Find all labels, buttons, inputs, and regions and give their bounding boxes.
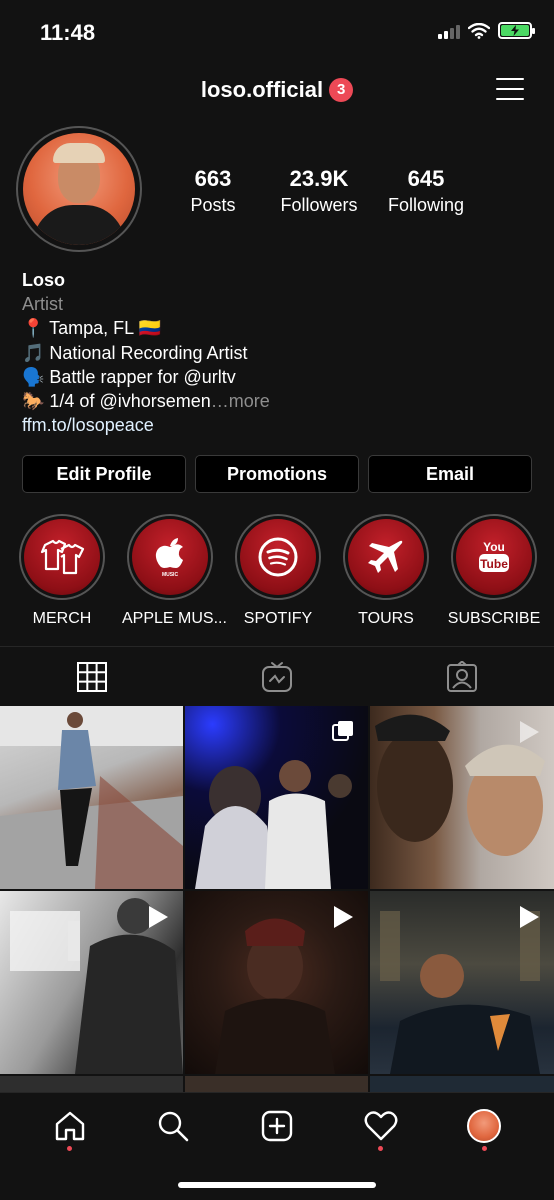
status-time: 11:48 — [40, 20, 96, 45]
highlight-label: SPOTIFY — [243, 610, 313, 627]
highlight-label: APPLE MUS... — [122, 610, 227, 627]
bio-line: 📍 Tampa, FL 🇨🇴 — [22, 318, 161, 339]
profile-stats: 663 Posts 23.9K Followers 645 Following — [160, 166, 540, 216]
post-thumbnail[interactable] — [370, 891, 554, 1074]
profile-avatar-icon — [467, 1109, 502, 1143]
notification-dot — [67, 1146, 73, 1151]
bottom-navigation — [0, 1092, 554, 1200]
highlight-tours[interactable]: TOURS — [338, 514, 434, 628]
stat-followers[interactable]: 23.9K Followers — [266, 166, 372, 216]
igtv-icon — [262, 661, 292, 692]
profile-tabs — [0, 646, 554, 706]
post-thumbnail[interactable] — [185, 891, 368, 1074]
search-icon — [159, 1111, 189, 1142]
wifi-icon — [468, 22, 490, 39]
edit-profile-button[interactable]: Edit Profile — [22, 455, 186, 493]
nav-activity[interactable] — [351, 1101, 411, 1151]
bio-website-link[interactable]: ffm.to/losopeace — [22, 413, 542, 437]
nav-home[interactable] — [40, 1101, 100, 1151]
posts-grid — [0, 706, 554, 1096]
profile-name: Loso — [22, 270, 65, 290]
bio-line: 🐎 1/4 of @ivhorsemen…more — [22, 389, 542, 413]
profile-avatar[interactable] — [16, 126, 142, 252]
highlight-label: SUBSCRIBE — [447, 610, 541, 627]
youtube-icon: You Tube — [479, 540, 509, 572]
following-count: 645 — [407, 166, 445, 191]
following-label: Following — [387, 195, 465, 215]
tab-grid[interactable] — [0, 647, 185, 706]
post-thumbnail[interactable] — [370, 706, 554, 889]
bio-ellipsis: … — [210, 391, 229, 412]
highlight-spotify[interactable]: SPOTIFY — [230, 514, 326, 628]
home-icon — [55, 1111, 84, 1141]
highlight-merch[interactable]: MERCH — [14, 514, 110, 628]
posts-count: 663 — [194, 166, 232, 191]
video-play-icon — [149, 906, 168, 928]
status-icons — [438, 22, 535, 39]
bio-line: 🗣️ Battle rapper for @urltv — [22, 366, 236, 387]
bio-last-line: 🐎 1/4 of @ivhorsemen — [22, 391, 211, 412]
profile-bio: Loso Artist 📍 Tampa, FL 🇨🇴 🎵 National Re… — [22, 268, 542, 437]
bio-more-link[interactable]: more — [229, 391, 270, 411]
story-highlights: MERCH MUSIC APPLE MUS... SPOTIFY TOURS Y… — [0, 514, 554, 628]
bio-line: 🎵 National Recording Artist — [22, 342, 248, 363]
nav-profile[interactable] — [454, 1101, 514, 1151]
username-switcher[interactable]: loso.official 3 — [0, 76, 554, 103]
highlight-label: MERCH — [32, 610, 92, 627]
signal-icon — [438, 23, 460, 39]
video-play-icon — [520, 721, 539, 743]
svg-text:MUSIC: MUSIC — [162, 572, 179, 578]
post-thumbnail[interactable] — [185, 706, 368, 889]
notification-dot — [378, 1146, 384, 1151]
apple-music-icon: MUSIC — [155, 538, 183, 578]
highlight-label: TOURS — [358, 610, 414, 627]
username-label: loso.official — [200, 77, 324, 103]
tab-tagged[interactable] — [369, 647, 554, 706]
video-play-icon — [334, 906, 353, 928]
stat-following[interactable]: 645 Following — [372, 166, 480, 216]
home-indicator[interactable] — [178, 1182, 376, 1188]
email-button[interactable]: Email — [368, 455, 532, 493]
heart-icon — [364, 1111, 398, 1141]
notification-badge: 3 — [329, 78, 354, 103]
stat-posts[interactable]: 663 Posts — [160, 166, 266, 216]
hamburger-menu-icon[interactable] — [496, 78, 524, 100]
tab-igtv[interactable] — [185, 647, 370, 706]
add-post-icon — [261, 1110, 293, 1142]
carousel-icon — [332, 721, 353, 741]
status-bar: 11:48 — [0, 0, 554, 66]
battery-icon — [498, 22, 535, 39]
svg-text:You: You — [483, 540, 505, 554]
promotions-button[interactable]: Promotions — [195, 455, 359, 493]
svg-text:Tube: Tube — [480, 557, 508, 571]
tagged-icon — [446, 660, 477, 692]
posts-label: Posts — [190, 195, 236, 215]
spotify-icon — [258, 537, 298, 577]
notification-dot — [481, 1146, 487, 1151]
shirt-icon — [40, 539, 85, 575]
nav-new-post[interactable] — [247, 1101, 307, 1151]
highlight-subscribe[interactable]: You Tube SUBSCRIBE — [446, 514, 542, 628]
profile-header: loso.official 3 — [0, 66, 554, 112]
post-thumbnail[interactable] — [0, 706, 183, 889]
profile-actions: Edit Profile Promotions Email — [22, 455, 532, 493]
airplane-icon — [368, 540, 403, 573]
video-play-icon — [520, 906, 539, 928]
nav-search[interactable] — [143, 1101, 203, 1151]
grid-icon — [77, 661, 108, 692]
followers-label: Followers — [280, 195, 358, 215]
followers-count: 23.9K — [289, 166, 349, 191]
highlight-apple-music[interactable]: MUSIC APPLE MUS... — [122, 514, 227, 628]
profile-category: Artist — [22, 294, 64, 315]
post-thumbnail[interactable] — [0, 891, 183, 1074]
